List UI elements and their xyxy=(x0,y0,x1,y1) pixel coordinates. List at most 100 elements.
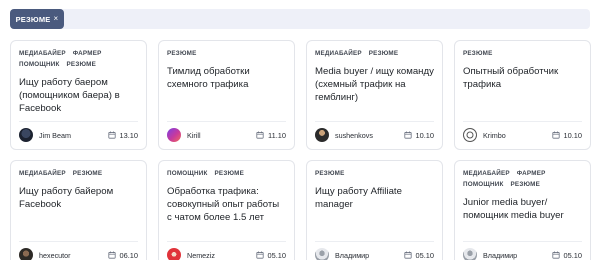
author-name[interactable]: Nemeziz xyxy=(187,251,215,260)
avatar xyxy=(315,128,329,142)
tag-list: РЕЗЮМЕ xyxy=(463,50,582,58)
date-value: 05.10 xyxy=(563,250,583,260)
date: 13.10 xyxy=(107,130,139,140)
calendar-icon xyxy=(403,251,412,259)
date-value: 11.10 xyxy=(268,130,286,140)
tag[interactable]: ФАРМЕР xyxy=(73,50,102,58)
tag-list: РЕЗЮМЕ xyxy=(315,170,434,178)
calendar-icon xyxy=(403,131,412,139)
tag[interactable]: РЕЗЮМЕ xyxy=(315,170,344,178)
date: 10.10 xyxy=(551,130,583,140)
resume-card[interactable]: МЕДИАБАЙЕР РЕЗЮМЕ Ищу работу байером Faceb… xyxy=(10,160,147,260)
card-title[interactable]: Опытный обработчик трафика xyxy=(463,65,582,121)
date-value: 10.10 xyxy=(563,130,583,140)
author-name[interactable]: Jim Beam xyxy=(39,131,71,140)
resume-card[interactable]: МЕДИАБАЙЕР ФАРМЕР ПОМОЩНИК РЕЗЮМЕ Ищу работу… xyxy=(10,40,147,150)
avatar xyxy=(315,248,329,260)
tag[interactable]: РЕЗЮМЕ xyxy=(463,50,492,58)
tag[interactable]: МЕДИАБАЙЕР xyxy=(315,50,362,58)
tag[interactable]: РЕЗЮМЕ xyxy=(215,170,244,178)
tag-list: МЕДИАБАЙЕР РЕЗЮМЕ xyxy=(19,170,138,178)
date-value: 05.10 xyxy=(267,250,287,260)
calendar-icon xyxy=(255,251,264,259)
card-footer: sushenkovs 10.10 xyxy=(315,121,434,143)
author-name[interactable]: Kirill xyxy=(187,131,201,140)
author-name[interactable]: Владимир xyxy=(335,251,369,260)
tag[interactable]: РЕЗЮМЕ xyxy=(511,181,540,189)
author[interactable]: Владимир xyxy=(315,248,369,260)
resume-card[interactable]: ПОМОЩНИК РЕЗЮМЕ Обработка трафика: совокуп… xyxy=(158,160,295,260)
tag-list: МЕДИАБАЙЕР ФАРМЕР ПОМОЩНИК РЕЗЮМЕ xyxy=(19,50,138,69)
tag-list: МЕДИАБАЙЕР РЕЗЮМЕ xyxy=(315,50,434,58)
author-name[interactable]: Krimbo xyxy=(483,131,506,140)
author[interactable]: Kirill xyxy=(167,128,201,142)
resume-card-grid: МЕДИАБАЙЕР ФАРМЕР ПОМОЩНИК РЕЗЮМЕ Ищу работу… xyxy=(10,40,591,260)
tag[interactable]: МЕДИАБАЙЕР xyxy=(463,170,510,178)
tag[interactable]: РЕЗЮМЕ xyxy=(167,50,196,58)
card-footer: Nemeziz 05.10 xyxy=(167,241,286,260)
date: 06.10 xyxy=(107,250,139,260)
card-title[interactable]: Ищу работу Affiliate manager xyxy=(315,185,434,241)
tag-list: ПОМОЩНИК РЕЗЮМЕ xyxy=(167,170,286,178)
avatar xyxy=(19,248,33,260)
avatar xyxy=(463,128,477,142)
avatar xyxy=(463,248,477,260)
avatar xyxy=(167,128,181,142)
resume-card[interactable]: РЕЗЮМЕ Тимлид обработки схемного трафика K… xyxy=(158,40,295,150)
card-title[interactable]: Ищу работу баером (помощником баера) в F… xyxy=(19,76,138,121)
card-footer: Владимир 05.10 xyxy=(315,241,434,260)
calendar-icon xyxy=(551,251,560,259)
tag[interactable]: МЕДИАБАЙЕР xyxy=(19,170,66,178)
tag-list: РЕЗЮМЕ xyxy=(167,50,286,58)
tag[interactable]: ФАРМЕР xyxy=(517,170,546,178)
tag[interactable]: ПОМОЩНИК xyxy=(463,181,504,189)
date-value: 05.10 xyxy=(415,250,435,260)
card-title[interactable]: Junior media buyer/помощник media buyer xyxy=(463,196,582,241)
calendar-icon xyxy=(107,131,116,139)
card-footer: Krimbo 10.10 xyxy=(463,121,582,143)
date: 05.10 xyxy=(255,250,287,260)
tag[interactable]: РЕЗЮМЕ xyxy=(369,50,398,58)
author[interactable]: Владимир xyxy=(463,248,517,260)
author-name[interactable]: hexecutor xyxy=(39,251,71,260)
card-footer: Kirill 11.10 xyxy=(167,121,286,143)
resume-card[interactable]: РЕЗЮМЕ Опытный обработчик трафика Krimbo 10… xyxy=(454,40,591,150)
author[interactable]: hexecutor xyxy=(19,248,71,260)
tag[interactable]: МЕДИАБАЙЕР xyxy=(19,50,66,58)
avatar xyxy=(167,248,181,260)
author[interactable]: sushenkovs xyxy=(315,128,373,142)
resume-card[interactable]: МЕДИАБАЙЕР ФАРМЕР ПОМОЩНИК РЕЗЮМЕ Junior med… xyxy=(454,160,591,260)
avatar xyxy=(19,128,33,142)
author[interactable]: Krimbo xyxy=(463,128,506,142)
card-footer: hexecutor 06.10 xyxy=(19,241,138,260)
calendar-icon xyxy=(256,131,264,139)
card-title[interactable]: Тимлид обработки схемного трафика xyxy=(167,65,286,121)
calendar-icon xyxy=(551,131,560,139)
card-title[interactable]: Обработка трафика: совокупный опыт работ… xyxy=(167,185,286,241)
filter-chip-label: РЕЗЮМЕ xyxy=(15,14,51,24)
filter-chip-resume[interactable]: РЕЗЮМЕ × xyxy=(10,9,64,29)
close-icon[interactable]: × xyxy=(54,15,59,23)
card-title[interactable]: Media buyer / ищу команду (схемный трафи… xyxy=(315,65,434,121)
tag[interactable]: ПОМОЩНИК xyxy=(167,170,208,178)
date-value: 06.10 xyxy=(119,250,139,260)
date: 11.10 xyxy=(256,131,286,140)
author[interactable]: Nemeziz xyxy=(167,248,215,260)
calendar-icon xyxy=(107,251,116,259)
date: 10.10 xyxy=(403,130,435,140)
card-footer: Jim Beam 13.10 xyxy=(19,121,138,143)
tag[interactable]: РЕЗЮМЕ xyxy=(67,61,96,69)
card-footer: Владимир 05.10 xyxy=(463,241,582,260)
resume-card[interactable]: РЕЗЮМЕ Ищу работу Affiliate manager Владим… xyxy=(306,160,443,260)
date: 05.10 xyxy=(551,250,583,260)
author-name[interactable]: sushenkovs xyxy=(335,131,373,140)
date-value: 13.10 xyxy=(119,130,139,140)
author[interactable]: Jim Beam xyxy=(19,128,71,142)
tag-list: МЕДИАБАЙЕР ФАРМЕР ПОМОЩНИК РЕЗЮМЕ xyxy=(463,170,582,189)
author-name[interactable]: Владимир xyxy=(483,251,517,260)
date-value: 10.10 xyxy=(415,130,435,140)
resume-card[interactable]: МЕДИАБАЙЕР РЕЗЮМЕ Media buyer / ищу команд… xyxy=(306,40,443,150)
tag[interactable]: РЕЗЮМЕ xyxy=(73,170,102,178)
card-title[interactable]: Ищу работу байером Facebook xyxy=(19,185,138,241)
tag[interactable]: ПОМОЩНИК xyxy=(19,61,60,69)
